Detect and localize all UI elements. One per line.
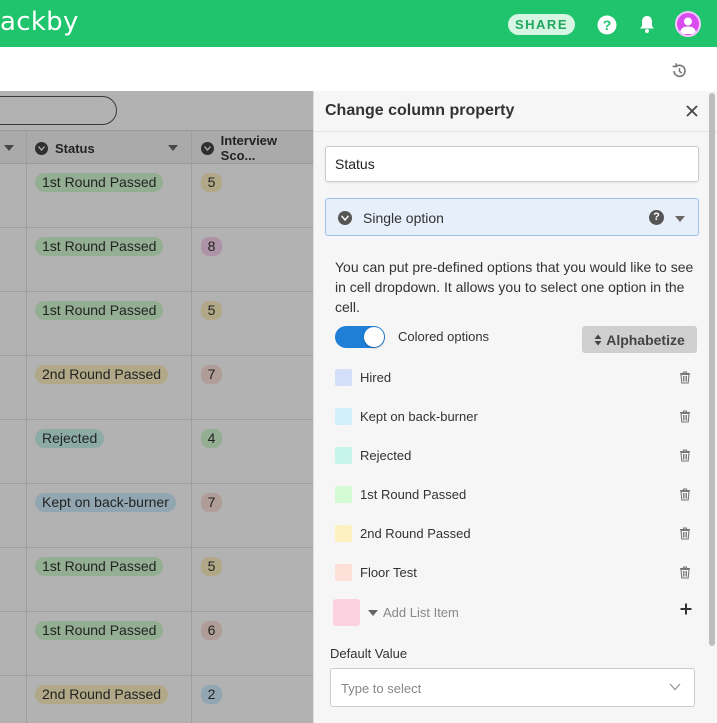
chevron-down-icon [675,216,685,222]
status-badge: 1st Round Passed [35,173,164,192]
trash-icon[interactable] [679,488,691,501]
column-header-prev[interactable] [0,131,26,165]
option-color-swatch[interactable] [335,369,352,386]
column-header-interview-score[interactable]: Interview Sco... [201,131,313,165]
single-option-icon [35,141,48,155]
column-type-select[interactable]: Single option ? [325,198,699,236]
score-badge: 5 [201,301,222,320]
default-value-select[interactable]: Type to select [330,668,695,707]
chevron-down-icon[interactable] [168,145,178,151]
table-row[interactable]: 1st Round Passed 6 [0,612,313,676]
add-list-item-input[interactable]: Add List Item [383,605,459,620]
user-avatar-icon[interactable] [675,11,701,37]
new-item-color-swatch[interactable] [333,599,360,626]
score-badge: 5 [201,557,222,576]
single-option-icon [201,141,214,155]
table-row[interactable]: 1st Round Passed 5 [0,164,313,228]
default-value-placeholder: Type to select [341,681,422,696]
divider [314,131,717,132]
toolbar [0,47,717,91]
trash-icon[interactable] [679,566,691,579]
option-color-swatch[interactable] [335,486,352,503]
history-icon[interactable] [670,62,688,80]
status-badge: 1st Round Passed [35,301,164,320]
option-color-swatch[interactable] [335,408,352,425]
table-row[interactable]: 1st Round Passed 5 [0,548,313,612]
table-row[interactable]: Rejected 4 [0,420,313,484]
sort-icon [594,334,602,346]
grid-header: Status Interview Sco... [0,130,313,164]
svg-text:?: ? [603,17,612,33]
question-circle-icon[interactable]: ? [597,15,617,35]
alphabetize-button[interactable]: Alphabetize [582,326,697,353]
column-property-panel: Change column property Single option ? Y… [313,91,717,723]
status-badge: 1st Round Passed [35,621,164,640]
status-badge: 1st Round Passed [35,557,164,576]
column-header-label: Status [55,140,95,156]
column-name-input[interactable] [325,146,699,182]
bell-icon[interactable] [637,14,657,34]
column-header-status[interactable]: Status [35,131,190,165]
option-item[interactable]: Rejected [335,445,695,469]
score-badge: 7 [201,493,222,512]
option-label[interactable]: Kept on back-burner [360,409,478,424]
column-header-label: Interview Sco... [220,133,278,163]
trash-icon[interactable] [679,449,691,462]
trash-icon[interactable] [679,410,691,423]
option-label[interactable]: Floor Test [360,565,417,580]
status-badge: Kept on back-burner [35,493,176,512]
add-list-item-row: Add List Item [333,599,693,627]
table-row[interactable]: 2nd Round Passed 2 [0,676,313,723]
table-row[interactable]: Kept on back-burner 7 [0,484,313,548]
single-option-icon [338,211,352,225]
app-logo[interactable]: ackby [0,7,79,37]
status-badge: Rejected [35,429,105,448]
option-item[interactable]: 2nd Round Passed [335,523,695,547]
score-badge: 6 [201,621,222,640]
chevron-down-icon[interactable] [368,610,378,616]
option-item[interactable]: Kept on back-burner [335,406,695,430]
panel-title: Change column property [325,102,515,119]
chevron-down-icon [669,683,681,691]
score-badge: 5 [201,173,222,192]
table-row[interactable]: 1st Round Passed 5 [0,292,313,356]
alphabetize-label: Alphabetize [606,331,685,348]
table-row[interactable]: 1st Round Passed 8 [0,228,313,292]
toggle-knob [364,327,384,347]
option-label[interactable]: 1st Round Passed [360,487,466,502]
panel-scrollbar[interactable] [709,93,715,646]
question-circle-icon[interactable]: ? [649,210,664,225]
colored-options-label: Colored options [398,329,490,344]
option-label[interactable]: 2nd Round Passed [360,526,471,541]
trash-icon[interactable] [679,371,691,384]
column-type-label: Single option [363,210,444,226]
score-badge: 8 [201,237,222,256]
option-color-swatch[interactable] [335,525,352,542]
option-item[interactable]: Hired [335,367,695,391]
score-badge: 4 [201,429,222,448]
score-badge: 7 [201,365,222,384]
option-item[interactable]: 1st Round Passed [335,484,695,508]
share-button[interactable]: SHARE [508,14,575,35]
option-item[interactable]: Floor Test [335,562,695,586]
data-grid: Status Interview Sco... 1st Round Passed… [0,91,313,723]
chevron-down-icon[interactable] [4,145,14,151]
option-label[interactable]: Hired [360,370,391,385]
option-color-swatch[interactable] [335,564,352,581]
plus-icon[interactable] [679,602,693,616]
trash-icon[interactable] [679,527,691,540]
table-row[interactable]: 2nd Round Passed 7 [0,356,313,420]
score-badge: 2 [201,685,222,704]
options-description: You can put pre-defined options that you… [335,259,694,315]
option-color-swatch[interactable] [335,447,352,464]
status-badge: 1st Round Passed [35,237,164,256]
close-icon[interactable] [684,103,700,119]
colored-options-toggle[interactable] [335,326,385,348]
top-bar: ackby SHARE ? [0,0,717,47]
grid-search-input[interactable] [0,96,117,125]
status-badge: 2nd Round Passed [35,365,169,384]
status-badge: 2nd Round Passed [35,685,169,704]
option-label[interactable]: Rejected [360,448,411,463]
default-value-label: Default Value [330,646,408,661]
